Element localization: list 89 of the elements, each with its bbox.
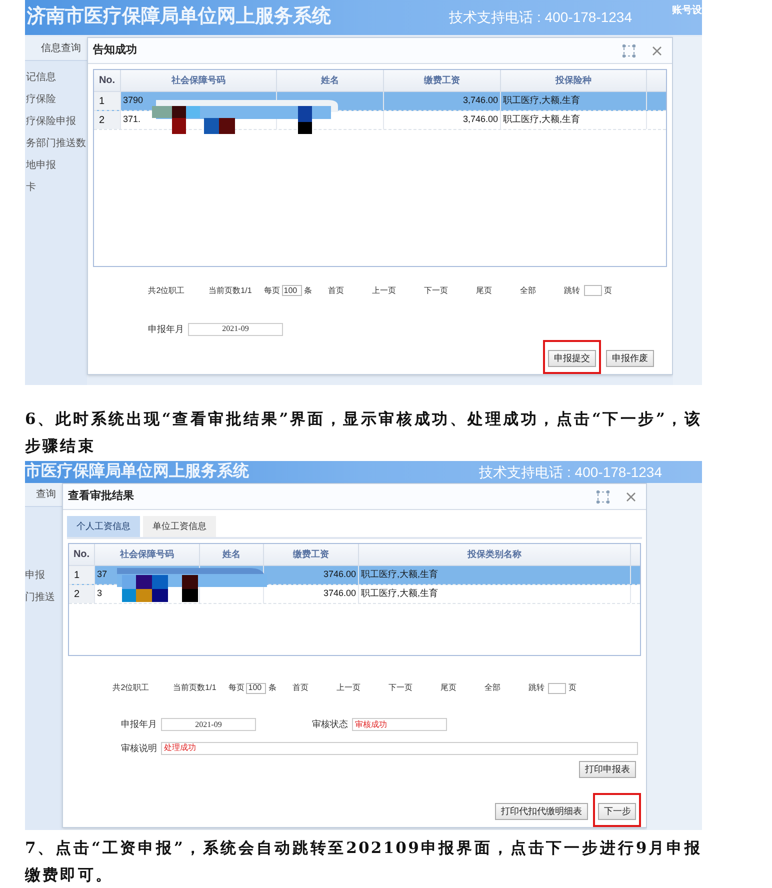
table-cell-text: 1 — [74, 568, 80, 582]
table-cell-text: 3,746.00 — [462, 113, 498, 126]
employee-count: 共2位职工 — [112, 682, 150, 694]
nav-tab[interactable]: 查询 — [25, 483, 62, 507]
step-instruction: 6、此时系统出现“查看审批结果”界面，显示审核成功、处理成功，点击“下一步”，该步骤结束 — [25, 408, 702, 457]
app-title: 济南市医疗保障局单位网上服务系统 — [27, 4, 331, 30]
field-label: 审核说明 — [121, 742, 157, 754]
column-header: No. — [69, 544, 95, 565]
pager-link[interactable]: 下一页 — [388, 682, 412, 694]
input-field[interactable]: 审核成功 — [352, 718, 447, 732]
sidebar-item[interactable]: 疗保险 — [26, 91, 87, 109]
per-page-field[interactable]: 100 — [282, 285, 302, 296]
support-phone: 技术支持电话 : 400-178-1234 — [449, 8, 632, 27]
input-field[interactable]: 处理成功 — [161, 742, 638, 755]
pager-link[interactable]: 尾页 — [440, 682, 456, 694]
pager-link[interactable]: 尾页 — [476, 284, 492, 296]
page-unit: 页 — [568, 682, 576, 694]
table-cell-text: 3746.00 — [323, 568, 356, 582]
table-cell-text: 职工医疗,大额,生育 — [361, 568, 438, 582]
pager-link[interactable]: 上一页 — [336, 682, 360, 694]
per-page-field[interactable]: 100 — [246, 682, 266, 694]
column-header: 投保类别名称 — [359, 544, 631, 565]
dialog-title: 告知成功 — [93, 42, 137, 58]
column-header: 社会保障号码 — [121, 70, 277, 91]
pager-link[interactable]: 首页 — [328, 284, 344, 296]
page-jump-field[interactable] — [584, 285, 602, 296]
dialog-button[interactable]: 申报提交 — [548, 350, 596, 368]
sidebar-item[interactable]: 疗保险申报 — [26, 113, 87, 131]
sidebar-item[interactable]: 务部门推送数 — [26, 135, 87, 153]
sidebar-item[interactable]: 卡 — [26, 179, 87, 197]
page-indicator: 当前页数1/1 — [173, 682, 216, 694]
pager-link[interactable]: 下一页 — [424, 284, 448, 296]
per-page-label: 每页 — [264, 284, 280, 296]
step-instruction: 7、点击“工资申报”，系统会自动跳转至202109申报界面，点击下一步进行9月申报缴费即可。 — [25, 837, 702, 886]
dialog-button[interactable]: 申报作废 — [606, 350, 654, 368]
nav-tab[interactable]: 信息查询 — [25, 37, 87, 61]
field-label: 审核状态 — [312, 718, 348, 731]
table-cell-text: 2 — [99, 114, 105, 128]
table-cell-text: 3 — [97, 587, 102, 600]
close-icon[interactable] — [626, 492, 636, 502]
dialog-button[interactable]: 下一步 — [598, 803, 636, 820]
app-title: 市医疗保障局单位网上服务系统 — [25, 461, 249, 482]
page-unit: 页 — [604, 284, 612, 296]
support-phone: 技术支持电话 : 400-178-1234 — [479, 462, 662, 482]
close-icon[interactable] — [652, 46, 662, 56]
pager-link[interactable]: 全部 — [520, 284, 536, 296]
resize-icon[interactable] — [596, 490, 610, 504]
column-header: 缴费工资 — [384, 70, 501, 91]
field-label: 申报年月 — [121, 718, 157, 731]
table-cell-text: 3,746.00 — [462, 94, 498, 108]
employee-count: 共2位职工 — [148, 284, 185, 296]
column-header: No. — [94, 70, 121, 91]
dialog-title: 查看审批结果 — [68, 488, 134, 504]
page-jump-field[interactable] — [548, 682, 566, 694]
table-cell-text: 371. — [123, 113, 141, 126]
table-cell-text: 1 — [99, 94, 105, 108]
column-header: 缴费工资 — [264, 544, 359, 565]
input-field[interactable]: 2021-09 — [161, 718, 256, 732]
column-header: 社会保障号码 — [95, 544, 200, 565]
print-button[interactable]: 打印申报表 — [579, 761, 636, 778]
tab[interactable]: 单位工资信息 — [143, 516, 216, 537]
pager-link[interactable]: 首页 — [292, 682, 308, 694]
column-header: 姓名 — [200, 544, 264, 565]
per-page-label: 每页 — [228, 682, 244, 694]
sidebar-item[interactable]: 记信息 — [26, 69, 87, 87]
pager-link[interactable]: 全部 — [484, 682, 500, 694]
table-cell-text: 2 — [74, 588, 80, 602]
table-cell-text: 职工医疗,大额,生育 — [503, 113, 580, 126]
jump-label: 跳转 — [564, 284, 580, 296]
pager-link[interactable]: 上一页 — [372, 284, 396, 296]
column-header: 姓名 — [277, 70, 384, 91]
tab[interactable]: 个人工资信息 — [67, 516, 140, 537]
per-page-unit: 条 — [268, 682, 276, 694]
input-field[interactable]: 2021-09 — [188, 322, 283, 336]
table-cell-text: 3790 — [123, 94, 144, 108]
per-page-unit: 条 — [304, 284, 312, 296]
resize-icon[interactable] — [622, 44, 636, 58]
column-header: 投保险种 — [501, 70, 647, 91]
sidebar-item[interactable]: 地申报 — [26, 157, 87, 175]
table-cell-text: 3746.00 — [323, 587, 356, 600]
page-indicator: 当前页数1/1 — [208, 284, 252, 296]
jump-label: 跳转 — [528, 682, 544, 694]
dialog-button[interactable]: 打印代扣代缴明细表 — [495, 803, 588, 820]
sidebar-item[interactable]: 申报 — [25, 567, 62, 585]
table-cell-text: 职工医疗,大额,生育 — [361, 587, 438, 600]
table-cell-text: 职工医疗,大额,生育 — [503, 94, 580, 108]
field-label: 申报年月 — [148, 322, 184, 336]
sidebar-item[interactable]: 门推送 — [25, 589, 62, 607]
table-cell-text: 37 — [97, 568, 108, 582]
